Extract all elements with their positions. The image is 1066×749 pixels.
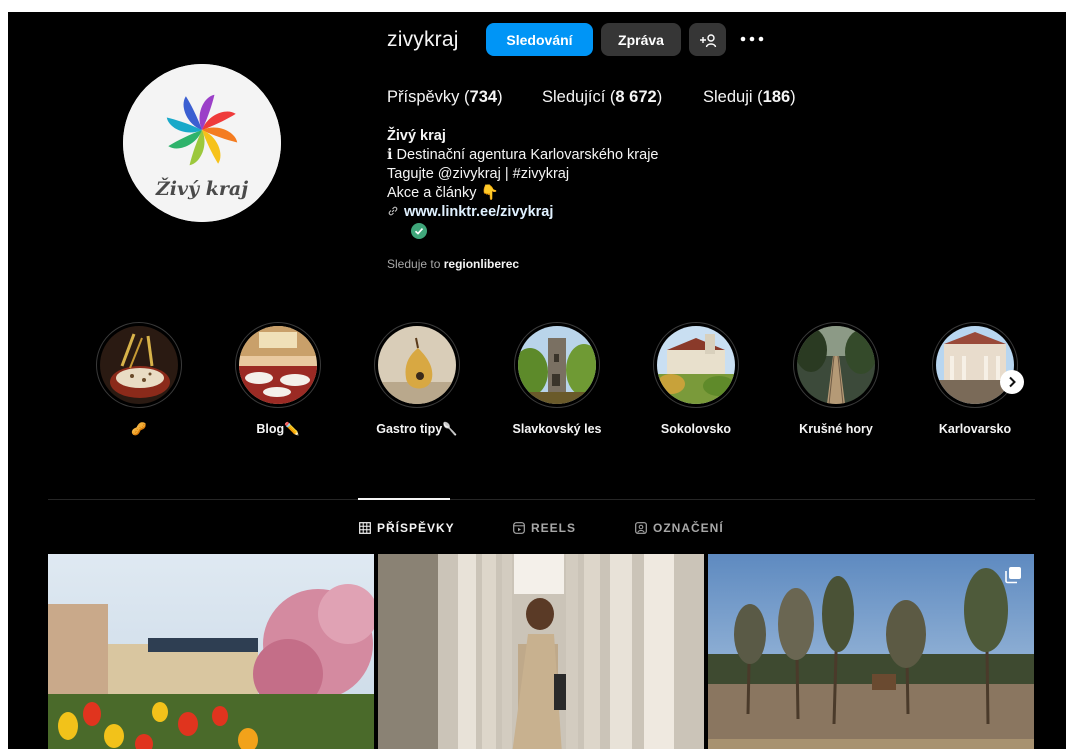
castle-image — [657, 326, 735, 404]
svg-text:Živý kraj: Živý kraj — [155, 177, 248, 200]
tab-tagged[interactable]: OZNAČENÍ — [635, 520, 724, 536]
posts-count-value: 734 — [469, 88, 498, 106]
more-options-button[interactable] — [734, 26, 770, 52]
highlight-item[interactable]: Gastro tipy🥄 — [362, 322, 472, 437]
followers-count[interactable]: Sledující (8 672) — [542, 88, 662, 107]
post-thumbnail[interactable] — [378, 554, 704, 749]
profile-page: Živý kraj zivykraj Sledování Zpráva Přís… — [8, 12, 1066, 749]
stone-tower-image — [518, 326, 596, 404]
followers-count-value: 8 672 — [615, 88, 657, 106]
highlight-item[interactable]: 🥜 — [84, 322, 194, 437]
highlight-label: Karlovarsko — [938, 422, 1012, 436]
forest-photo — [708, 554, 1034, 749]
highlight-label: Slavkovský les — [512, 422, 602, 436]
spa-garden-photo — [48, 554, 374, 749]
active-tab-indicator — [358, 498, 450, 500]
more-dots-icon — [740, 36, 764, 42]
tab-posts[interactable]: PŘÍSPĚVKY — [359, 520, 455, 536]
highlight-label: Gastro tipy🥄 — [376, 422, 458, 436]
tab-label: PŘÍSPĚVKY — [377, 521, 455, 535]
chevron-right-icon — [1009, 376, 1016, 388]
followed-by[interactable]: Sleduje to regionliberec — [387, 257, 519, 271]
post-thumbnail[interactable] — [708, 554, 1034, 749]
highlight-label: Krušné hory — [799, 422, 873, 436]
restaurant-image — [239, 326, 317, 404]
highlight-label: 🥜 — [131, 422, 147, 436]
boardwalk-image — [797, 326, 875, 404]
profile-avatar[interactable]: Živý kraj — [123, 64, 281, 222]
message-button[interactable]: Zpráva — [601, 23, 681, 56]
post-thumbnail[interactable] — [48, 554, 374, 749]
tabs-divider — [48, 499, 1035, 500]
check-circle-icon — [411, 223, 427, 239]
bio-line: ℹ Destinační agentura Karlovarského kraj… — [387, 147, 659, 163]
followers-count-label: Sledující — [542, 88, 606, 106]
tab-label: REELS — [531, 521, 577, 535]
tab-label: OZNAČENÍ — [653, 521, 724, 535]
wheat-beer-image — [100, 326, 178, 404]
highlights-next-button[interactable] — [1000, 370, 1024, 394]
link-icon — [388, 206, 398, 216]
highlight-item[interactable]: Krušné hory — [781, 322, 891, 436]
following-count-label: Sleduji — [703, 88, 753, 106]
reels-icon — [513, 522, 525, 534]
person-add-icon — [699, 33, 716, 47]
multiple-photos-icon — [1005, 567, 1021, 584]
tab-reels[interactable]: REELS — [513, 520, 576, 536]
suggest-accounts-button[interactable] — [689, 23, 726, 56]
highlight-item[interactable]: Sokolovsko — [641, 322, 751, 436]
colonnade-woman-photo — [378, 554, 704, 749]
following-count[interactable]: Sleduji (186) — [703, 88, 796, 107]
bio-line: Akce a články 👇 — [387, 185, 499, 201]
highlight-item[interactable]: Blog✏️ — [223, 322, 333, 437]
full-name: Živý kraj — [387, 128, 446, 144]
profile-bio: Živý kraj ℹ Destinační agentura Karlovar… — [387, 127, 659, 222]
posts-count[interactable]: Příspěvky (734) — [387, 88, 503, 107]
grid-icon — [359, 522, 371, 534]
followed-by-account[interactable]: regionliberec — [444, 257, 519, 271]
posts-count-label: Příspěvky — [387, 88, 460, 106]
following-count-value: 186 — [762, 88, 791, 106]
highlight-item[interactable]: Slavkovský les — [502, 322, 612, 436]
pear-dessert-image — [378, 326, 456, 404]
colonnade-image — [936, 326, 1014, 404]
username: zivykraj — [387, 28, 459, 51]
highlight-label: Sokolovsko — [660, 422, 732, 436]
following-button[interactable]: Sledování — [486, 23, 593, 56]
bio-link-text[interactable]: www.linktr.ee/zivykraj — [404, 204, 553, 220]
followed-by-prefix: Sleduje to — [387, 257, 441, 271]
tagged-icon — [635, 522, 647, 534]
bio-link[interactable]: www.linktr.ee/zivykraj — [387, 203, 659, 222]
bio-line: Tagujte @zivykraj | #zivykraj — [387, 166, 570, 182]
highlight-label: Blog✏️ — [256, 422, 300, 436]
